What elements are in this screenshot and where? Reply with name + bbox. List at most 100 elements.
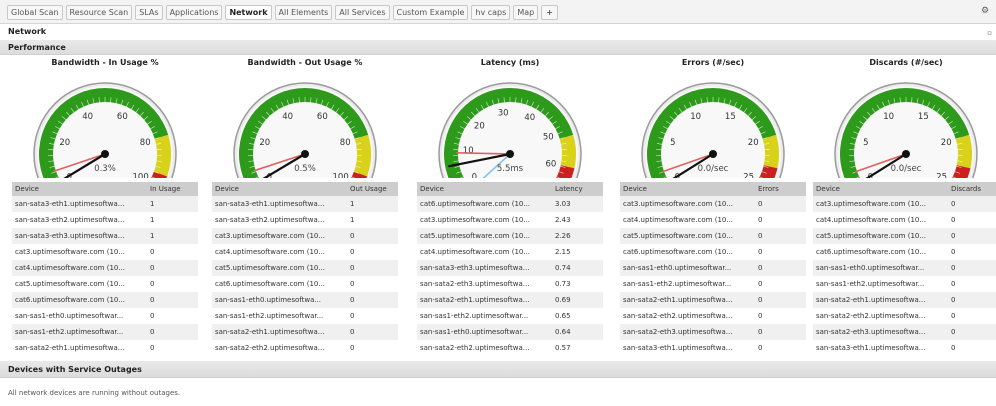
device-name[interactable]: cat4.uptimesoftware.com (10... [813, 212, 948, 228]
table-row[interactable]: san-sas1-eth2.uptimesoftwar... 0.65 [417, 308, 603, 324]
table-row[interactable]: san-sata2-eth1.uptimesoftwa... 0 [212, 324, 398, 340]
column-header-value[interactable]: Discards [948, 182, 996, 196]
table-row[interactable]: san-sata3-eth1.uptimesoftwa... 0 [620, 340, 806, 356]
table-row[interactable]: san-sas1-eth0.uptimesoftwar... 0.64 [417, 324, 603, 340]
device-name[interactable]: cat4.uptimesoftware.com (10... [417, 244, 552, 260]
table-row[interactable]: san-sata2-eth3.uptimesoftwa... 0 [620, 324, 806, 340]
tab-hv-caps[interactable]: hv caps [471, 5, 511, 20]
table-row[interactable]: cat3.uptimesoftware.com (10... 0 [813, 196, 996, 212]
column-header-device[interactable]: Device [12, 182, 147, 196]
table-row[interactable]: cat6.uptimesoftware.com (10... 0 [12, 292, 198, 308]
device-name[interactable]: san-sata2-eth1.uptimesoftwa... [12, 340, 147, 356]
device-name[interactable]: cat4.uptimesoftware.com (10... [212, 244, 347, 260]
tab-resource-scan[interactable]: Resource Scan [65, 5, 133, 20]
device-name[interactable]: cat3.uptimesoftware.com (10... [212, 228, 347, 244]
table-row[interactable]: cat3.uptimesoftware.com (10... 0 [620, 196, 806, 212]
device-name[interactable]: san-sata2-eth2.uptimesoftwa... [212, 340, 347, 356]
gear-icon[interactable]: ⚙ [981, 6, 991, 16]
tab-slas[interactable]: SLAs [135, 5, 163, 20]
table-row[interactable]: cat5.uptimesoftware.com (10... 0 [212, 260, 398, 276]
device-name[interactable]: san-sata2-eth1.uptimesoftwa... [417, 292, 552, 308]
table-row[interactable]: cat5.uptimesoftware.com (10... 2.26 [417, 228, 603, 244]
table-row[interactable]: cat6.uptimesoftware.com (10... 0 [620, 244, 806, 260]
table-row[interactable]: cat5.uptimesoftware.com (10... 0 [12, 276, 198, 292]
table-row[interactable]: san-sata3-eth1.uptimesoftwa... 1 [212, 196, 398, 212]
device-name[interactable]: san-sas1-eth2.uptimesoftwar... [212, 308, 347, 324]
table-row[interactable]: san-sas1-eth2.uptimesoftwar... 0 [212, 308, 398, 324]
table-row[interactable]: cat4.uptimesoftware.com (10... 0 [12, 260, 198, 276]
table-row[interactable]: san-sas1-eth0.uptimesoftwar... 0 [813, 260, 996, 276]
table-row[interactable]: cat6.uptimesoftware.com (10... 0 [813, 244, 996, 260]
table-row[interactable]: san-sata2-eth3.uptimesoftwa... 0.73 [417, 276, 603, 292]
column-header-device[interactable]: Device [620, 182, 755, 196]
table-row[interactable]: san-sata3-eth3.uptimesoftwa... 1 [12, 228, 198, 244]
table-row[interactable]: cat4.uptimesoftware.com (10... 0 [813, 212, 996, 228]
device-name[interactable]: san-sas1-eth0.uptimesoftwar... [620, 260, 755, 276]
device-name[interactable]: cat6.uptimesoftware.com (10... [212, 276, 347, 292]
table-row[interactable]: san-sata2-eth2.uptimesoftwa... 0.57 [417, 340, 603, 356]
table-row[interactable]: cat3.uptimesoftware.com (10... 2.43 [417, 212, 603, 228]
device-name[interactable]: san-sata2-eth3.uptimesoftwa... [417, 276, 552, 292]
device-name[interactable]: san-sas1-eth0.uptimesoftwar... [417, 324, 552, 340]
column-header-device[interactable]: Device [417, 182, 552, 196]
device-name[interactable]: cat6.uptimesoftware.com (10... [620, 244, 755, 260]
device-name[interactable]: cat5.uptimesoftware.com (10... [417, 228, 552, 244]
table-row[interactable]: san-sata2-eth1.uptimesoftwa... 0.69 [417, 292, 603, 308]
device-name[interactable]: cat3.uptimesoftware.com (10... [813, 196, 948, 212]
device-name[interactable]: san-sas1-eth2.uptimesoftwar... [620, 276, 755, 292]
table-row[interactable]: san-sata3-eth2.uptimesoftwa... 1 [212, 212, 398, 228]
table-row[interactable]: san-sata2-eth2.uptimesoftwa... 0 [813, 308, 996, 324]
device-name[interactable]: san-sata3-eth2.uptimesoftwa... [212, 212, 347, 228]
tab-network[interactable]: Network [225, 5, 272, 20]
device-name[interactable]: san-sata3-eth2.uptimesoftwa... [12, 212, 147, 228]
table-row[interactable]: cat5.uptimesoftware.com (10... 0 [813, 228, 996, 244]
device-name[interactable]: cat5.uptimesoftware.com (10... [813, 228, 948, 244]
device-name[interactable]: cat5.uptimesoftware.com (10... [212, 260, 347, 276]
table-row[interactable]: san-sas1-eth0.uptimesoftwar... 0 [12, 308, 198, 324]
device-name[interactable]: cat6.uptimesoftware.com (10... [813, 244, 948, 260]
device-name[interactable]: san-sata3-eth1.uptimesoftwa... [813, 340, 948, 356]
add-tab-button[interactable]: + [541, 5, 558, 20]
device-name[interactable]: san-sas1-eth2.uptimesoftwar... [813, 276, 948, 292]
device-name[interactable]: cat5.uptimesoftware.com (10... [12, 276, 147, 292]
table-row[interactable]: cat6.uptimesoftware.com (10... 3.03 [417, 196, 603, 212]
device-name[interactable]: san-sata2-eth2.uptimesoftwa... [417, 340, 552, 356]
table-row[interactable]: san-sata2-eth1.uptimesoftwa... 0 [620, 292, 806, 308]
device-name[interactable]: cat3.uptimesoftware.com (10... [12, 244, 147, 260]
table-row[interactable]: san-sas1-eth0.uptimesoftwar... 0 [620, 260, 806, 276]
device-name[interactable]: san-sata3-eth1.uptimesoftwa... [212, 196, 347, 212]
table-row[interactable]: san-sata2-eth1.uptimesoftwa... 0 [813, 292, 996, 308]
column-header-value[interactable]: Out Usage [347, 182, 398, 196]
table-row[interactable]: san-sata3-eth1.uptimesoftwa... 0 [813, 340, 996, 356]
column-header-device[interactable]: Device [212, 182, 347, 196]
device-name[interactable]: san-sas1-eth0.uptimesoftwa... [212, 292, 347, 308]
device-name[interactable]: san-sas1-eth2.uptimesoftwar... [12, 324, 147, 340]
device-name[interactable]: cat3.uptimesoftware.com (10... [620, 196, 755, 212]
table-row[interactable]: san-sata2-eth2.uptimesoftwa... 0 [212, 340, 398, 356]
device-name[interactable]: san-sata2-eth1.uptimesoftwa... [212, 324, 347, 340]
device-name[interactable]: san-sas1-eth2.uptimesoftwar... [417, 308, 552, 324]
device-name[interactable]: san-sata3-eth3.uptimesoftwa... [417, 260, 552, 276]
device-name[interactable]: san-sata3-eth1.uptimesoftwa... [620, 340, 755, 356]
column-header-value[interactable]: Latency [552, 182, 603, 196]
table-row[interactable]: cat4.uptimesoftware.com (10... 2.15 [417, 244, 603, 260]
tab-all-elements[interactable]: All Elements [274, 5, 333, 20]
device-name[interactable]: san-sata2-eth1.uptimesoftwa... [620, 292, 755, 308]
tab-custom-example[interactable]: Custom Example [392, 5, 469, 20]
table-row[interactable]: san-sas1-eth2.uptimesoftwar... 0 [813, 276, 996, 292]
column-header-value[interactable]: In Usage [147, 182, 198, 196]
device-name[interactable]: cat6.uptimesoftware.com (10... [417, 196, 552, 212]
tab-applications[interactable]: Applications [165, 5, 223, 20]
table-row[interactable]: cat4.uptimesoftware.com (10... 0 [212, 244, 398, 260]
device-name[interactable]: cat4.uptimesoftware.com (10... [12, 260, 147, 276]
column-header-value[interactable]: Errors [755, 182, 806, 196]
table-row[interactable]: san-sas1-eth2.uptimesoftwar... 0 [620, 276, 806, 292]
device-name[interactable]: cat3.uptimesoftware.com (10... [417, 212, 552, 228]
table-row[interactable]: cat6.uptimesoftware.com (10... 0 [212, 276, 398, 292]
device-name[interactable]: san-sata2-eth2.uptimesoftwa... [620, 308, 755, 324]
table-row[interactable]: cat3.uptimesoftware.com (10... 0 [212, 228, 398, 244]
table-row[interactable]: san-sata3-eth2.uptimesoftwa... 1 [12, 212, 198, 228]
table-row[interactable]: san-sata2-eth2.uptimesoftwa... 0 [620, 308, 806, 324]
collapse-icon[interactable]: ▫ [987, 27, 992, 40]
table-row[interactable]: san-sas1-eth0.uptimesoftwa... 0 [212, 292, 398, 308]
